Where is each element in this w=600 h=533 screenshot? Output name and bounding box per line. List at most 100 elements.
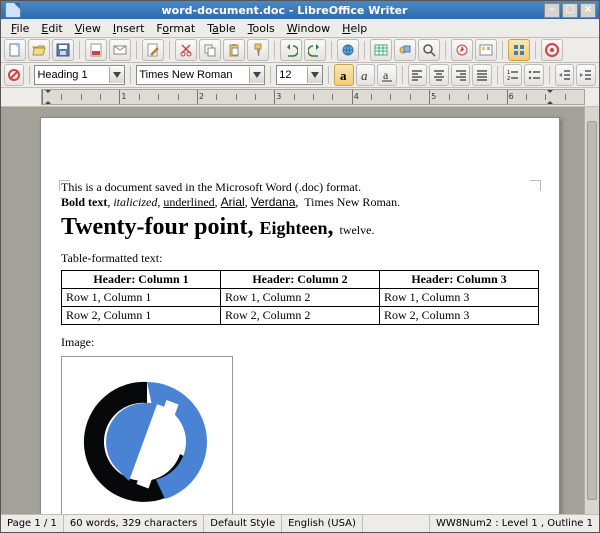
menu-view[interactable]: View [69, 21, 107, 36]
embedded-image[interactable] [61, 356, 233, 514]
table-cell[interactable]: Row 1, Column 1 [62, 289, 221, 307]
left-indent[interactable] [44, 97, 52, 105]
table-row: Row 2, Column 1 Row 2, Column 2 Row 2, C… [62, 307, 539, 325]
menu-help[interactable]: Help [336, 21, 373, 36]
table-header[interactable]: Header: Column 1 [62, 271, 221, 289]
font-name-combo[interactable] [136, 65, 265, 85]
decrease-indent-button[interactable] [555, 64, 575, 86]
ruler-row: 123456 [1, 88, 599, 107]
svg-text:a: a [361, 68, 368, 82]
formatting-toolbar: a a a 12 [1, 63, 599, 88]
app-window: word-document.doc - LibreOffice Writer –… [0, 0, 600, 533]
menu-insert[interactable]: Insert [107, 21, 151, 36]
justify-button[interactable] [472, 64, 492, 86]
numbered-list-button[interactable]: 12 [503, 64, 523, 86]
underline-button[interactable]: a [377, 64, 397, 86]
table-title[interactable]: Table-formatted text: [61, 251, 539, 266]
title-bar: word-document.doc - LibreOffice Writer –… [1, 1, 599, 19]
table-button[interactable] [370, 39, 392, 61]
status-list-level[interactable]: WW8Num2 : Level 1 , Outline 1 [430, 515, 599, 532]
body-line[interactable]: This is a document saved in the Microsof… [61, 180, 539, 195]
navigator-button[interactable] [451, 39, 473, 61]
table-cell[interactable]: Row 2, Column 3 [380, 307, 539, 325]
hyperlink-button[interactable] [337, 39, 359, 61]
table-header[interactable]: Header: Column 2 [221, 271, 380, 289]
svg-text:2: 2 [507, 76, 510, 82]
bullet-list-button[interactable] [524, 64, 544, 86]
page[interactable]: This is a document saved in the Microsof… [40, 117, 560, 514]
gallery-button[interactable] [475, 39, 497, 61]
menu-table[interactable]: Table [201, 21, 241, 36]
window-title: word-document.doc - LibreOffice Writer [25, 4, 544, 17]
heading-line[interactable]: Twenty-four point, Eighteen, twelve. [61, 214, 539, 241]
menu-window[interactable]: Window [281, 21, 336, 36]
chevron-down-icon[interactable] [109, 67, 124, 83]
status-word-count[interactable]: 60 words, 329 characters [64, 515, 204, 532]
show-draw-functions-button[interactable] [394, 39, 416, 61]
status-bar: Page 1 / 1 60 words, 329 characters Defa… [1, 514, 599, 532]
new-document-button[interactable] [4, 39, 26, 61]
status-page[interactable]: Page 1 / 1 [1, 515, 64, 532]
document-table[interactable]: Header: Column 1 Header: Column 2 Header… [61, 270, 539, 325]
document-area[interactable]: This is a document saved in the Microsof… [1, 107, 599, 514]
copy-button[interactable] [199, 39, 221, 61]
table-cell[interactable]: Row 1, Column 3 [380, 289, 539, 307]
font-name-input[interactable] [137, 67, 249, 83]
open-button[interactable] [28, 39, 50, 61]
document-icon [5, 2, 21, 18]
right-indent-top[interactable] [546, 89, 554, 97]
cut-button[interactable] [175, 39, 197, 61]
standard-toolbar [1, 38, 599, 63]
format-paintbrush-button[interactable] [247, 39, 269, 61]
paragraph-style-combo[interactable] [34, 65, 125, 85]
help-button[interactable] [541, 39, 563, 61]
chevron-down-icon[interactable] [307, 67, 322, 83]
status-spacer [363, 515, 430, 532]
bold-button[interactable]: a [334, 64, 354, 86]
align-right-button[interactable] [451, 64, 471, 86]
menu-tools[interactable]: Tools [242, 21, 281, 36]
edit-file-button[interactable] [142, 39, 164, 61]
styles-dialog-button[interactable] [4, 64, 24, 86]
margin-corner [59, 180, 70, 191]
menu-edit[interactable]: Edit [35, 21, 68, 36]
redo-button[interactable] [304, 39, 326, 61]
italic-button[interactable]: a [356, 64, 376, 86]
svg-text:a: a [340, 68, 347, 82]
status-page-style[interactable]: Default Style [204, 515, 282, 532]
mail-button[interactable] [109, 39, 131, 61]
data-sources-button[interactable] [508, 39, 530, 61]
font-size-combo[interactable] [276, 65, 323, 85]
align-left-button[interactable] [408, 64, 428, 86]
increase-indent-button[interactable] [576, 64, 596, 86]
margin-corner [530, 180, 541, 191]
export-pdf-button[interactable] [85, 39, 107, 61]
close-button[interactable]: × [580, 3, 596, 18]
undo-button[interactable] [280, 39, 302, 61]
table-header[interactable]: Header: Column 3 [380, 271, 539, 289]
table-header-row: Header: Column 1 Header: Column 2 Header… [62, 271, 539, 289]
font-size-input[interactable] [277, 67, 307, 83]
menu-format[interactable]: Format [150, 21, 201, 36]
menu-file[interactable]: FFileile [5, 21, 35, 36]
window-controls: – ▢ × [544, 3, 596, 18]
save-button[interactable] [52, 39, 74, 61]
chevron-down-icon[interactable] [249, 67, 264, 83]
minimize-button[interactable]: – [544, 3, 560, 18]
paste-button[interactable] [223, 39, 245, 61]
align-center-button[interactable] [429, 64, 449, 86]
table-cell[interactable]: Row 1, Column 2 [221, 289, 380, 307]
horizontal-ruler[interactable]: 123456 [41, 89, 585, 105]
body-line-formats[interactable]: Bold text, italicized, underlined, Arial… [61, 195, 539, 210]
find-button[interactable] [418, 39, 440, 61]
paragraph-style-input[interactable] [35, 67, 109, 83]
table-row: Row 1, Column 1 Row 1, Column 2 Row 1, C… [62, 289, 539, 307]
vertical-scrollbar[interactable] [584, 107, 599, 514]
right-indent[interactable] [546, 97, 554, 105]
image-label[interactable]: Image: [61, 335, 539, 350]
table-cell[interactable]: Row 2, Column 1 [62, 307, 221, 325]
first-line-indent[interactable] [44, 89, 52, 97]
status-language[interactable]: English (USA) [282, 515, 363, 532]
maximize-button[interactable]: ▢ [562, 3, 578, 18]
table-cell[interactable]: Row 2, Column 2 [221, 307, 380, 325]
